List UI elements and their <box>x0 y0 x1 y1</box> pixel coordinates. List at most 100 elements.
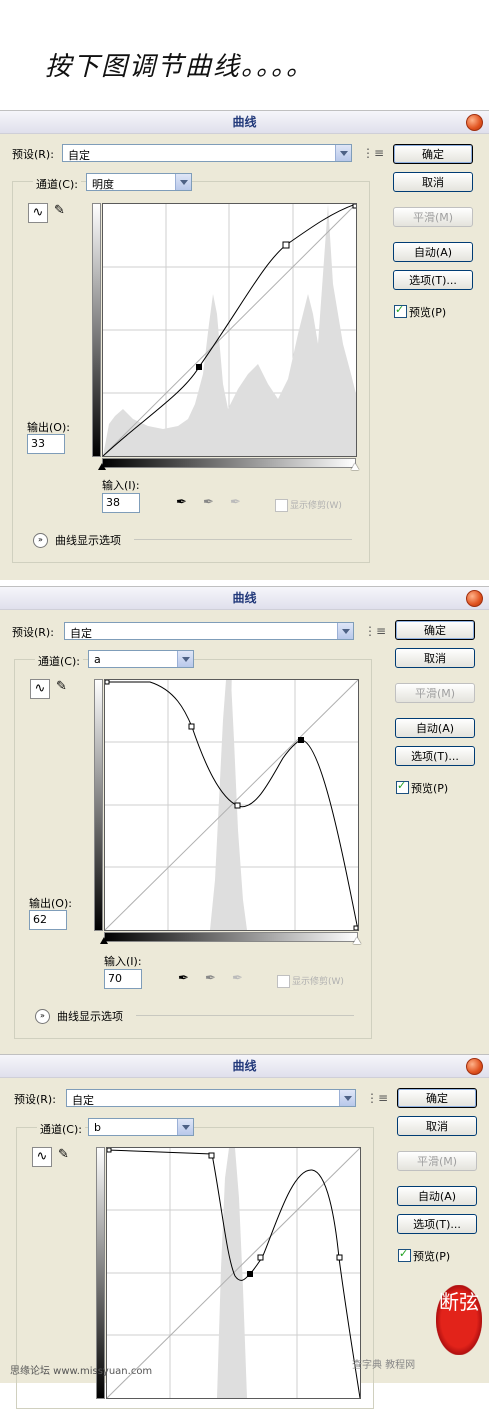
channel-select[interactable]: b <box>88 1118 194 1136</box>
curve-tool-icon[interactable]: ∿ <box>32 1147 52 1167</box>
divider <box>134 539 352 540</box>
preview-label: 预览(P) <box>409 306 447 319</box>
output-gradient-bar <box>92 203 101 457</box>
watermark-right: 查字典 教程网 <box>352 1360 416 1371</box>
show-clipping-checkbox[interactable] <box>275 499 288 512</box>
preset-value: 自定 <box>70 627 92 640</box>
input-gradient-bar <box>102 458 356 468</box>
show-clipping-label: 显示修剪(W) <box>290 501 342 511</box>
input-field[interactable]: 70 <box>104 969 142 989</box>
smooth-button[interactable]: 平滑(M) <box>397 1151 477 1171</box>
channel-value: 明度 <box>92 178 114 191</box>
show-clipping-label: 显示修剪(W) <box>292 977 344 987</box>
gray-eyedropper-icon[interactable]: ✒ <box>203 495 214 510</box>
chevron-down-icon[interactable] <box>175 174 191 190</box>
show-clipping-checkbox[interactable] <box>277 975 290 988</box>
ok-button[interactable]: 确定 <box>393 144 473 164</box>
preview-checkbox[interactable] <box>396 779 409 794</box>
preset-label: 预设(R): <box>12 626 54 639</box>
auto-button[interactable]: 自动(A) <box>397 1186 477 1206</box>
panel-menu-icon[interactable]: ⋮≡ <box>362 146 384 160</box>
chevron-expand-icon[interactable]: » <box>33 533 48 548</box>
smooth-button[interactable]: 平滑(M) <box>393 207 473 227</box>
cancel-button[interactable]: 取消 <box>393 172 473 192</box>
preset-label: 预设(R): <box>14 1093 56 1106</box>
input-field[interactable]: 38 <box>102 493 140 513</box>
channel-label: 通道(C): <box>37 1121 85 1137</box>
watermark-left: 思缘论坛 www.missyuan.com <box>10 1366 153 1377</box>
seal-logo: 断弦 <box>436 1285 482 1355</box>
curves-dialog-1: 曲线 预设(R): 自定 ⋮≡ 确定 取消 平滑(M) 自动(A) 选项(T).… <box>0 110 489 580</box>
curve-tool-icon[interactable]: ∿ <box>30 679 50 699</box>
white-point-slider[interactable] <box>353 937 361 944</box>
white-point-slider[interactable] <box>351 463 359 470</box>
display-options-label: 曲线显示选项 <box>57 1010 123 1023</box>
black-eyedropper-icon[interactable]: ✒ <box>176 495 187 510</box>
white-eyedropper-icon[interactable]: ✒ <box>232 971 243 986</box>
output-field[interactable]: 62 <box>29 910 67 930</box>
dialog-title: 曲线 <box>232 591 257 605</box>
cancel-button[interactable]: 取消 <box>395 648 475 668</box>
curve-graph[interactable] <box>102 203 357 457</box>
pencil-icon[interactable]: ✎ <box>58 1147 69 1162</box>
black-point-slider[interactable] <box>98 463 106 470</box>
curve-graph[interactable] <box>104 679 359 931</box>
pencil-icon[interactable]: ✎ <box>56 679 67 694</box>
black-point-slider[interactable] <box>100 937 108 944</box>
channel-value: a <box>94 653 101 666</box>
dialog-titlebar: 曲线 <box>0 587 489 610</box>
preset-select[interactable]: 自定 <box>64 622 354 640</box>
preset-label: 预设(R): <box>12 148 54 161</box>
black-eyedropper-icon[interactable]: ✒ <box>178 971 189 986</box>
panel-menu-icon[interactable]: ⋮≡ <box>364 624 386 638</box>
channel-select[interactable]: a <box>88 650 194 668</box>
chevron-expand-icon[interactable]: » <box>35 1009 50 1024</box>
auto-button[interactable]: 自动(A) <box>393 242 473 262</box>
close-icon[interactable] <box>466 114 483 131</box>
gray-eyedropper-icon[interactable]: ✒ <box>205 971 216 986</box>
options-button[interactable]: 选项(T)... <box>393 270 473 290</box>
close-icon[interactable] <box>466 1058 483 1075</box>
chevron-down-icon[interactable] <box>339 1090 355 1106</box>
options-button[interactable]: 选项(T)... <box>397 1214 477 1234</box>
channel-label: 通道(C): <box>33 176 81 192</box>
channel-value: b <box>94 1121 101 1134</box>
close-icon[interactable] <box>466 590 483 607</box>
curves-dialog-3: 曲线 预设(R): 自定 ⋮≡ 确定 取消 平滑(M) 自动(A) 选项(T).… <box>0 1054 489 1409</box>
ok-button[interactable]: 确定 <box>395 620 475 640</box>
channel-select[interactable]: 明度 <box>86 173 192 191</box>
output-label: 输出(O): <box>27 421 70 434</box>
preview-checkbox[interactable] <box>394 303 407 318</box>
dialog-title: 曲线 <box>232 115 257 129</box>
page-heading: 按下图调节曲线。。。。 <box>45 52 315 82</box>
chevron-down-icon[interactable] <box>337 623 353 639</box>
ok-button[interactable]: 确定 <box>397 1088 477 1108</box>
smooth-button[interactable]: 平滑(M) <box>395 683 475 703</box>
chevron-down-icon[interactable] <box>335 145 351 161</box>
options-button[interactable]: 选项(T)... <box>395 746 475 766</box>
preview-label: 预览(P) <box>413 1250 451 1263</box>
curves-dialog-2: 曲线 预设(R): 自定 ⋮≡ 确定 取消 平滑(M) 自动(A) 选项(T).… <box>0 586 489 1054</box>
auto-button[interactable]: 自动(A) <box>395 718 475 738</box>
dialog-title: 曲线 <box>232 1059 257 1073</box>
preset-value: 自定 <box>68 149 90 162</box>
panel-menu-icon[interactable]: ⋮≡ <box>366 1091 388 1105</box>
preview-checkbox[interactable] <box>398 1247 411 1262</box>
output-label: 输出(O): <box>29 897 72 910</box>
cancel-button[interactable]: 取消 <box>397 1116 477 1136</box>
curve-tool-icon[interactable]: ∿ <box>28 203 48 223</box>
dialog-titlebar: 曲线 <box>0 1055 489 1078</box>
input-label: 输入(I): <box>104 955 142 968</box>
chevron-down-icon[interactable] <box>177 651 193 667</box>
pencil-icon[interactable]: ✎ <box>54 203 65 218</box>
divider <box>136 1015 354 1016</box>
channel-label: 通道(C): <box>35 653 83 669</box>
preset-select[interactable]: 自定 <box>66 1089 356 1107</box>
preset-select[interactable]: 自定 <box>62 144 352 162</box>
output-gradient-bar <box>94 679 103 931</box>
white-eyedropper-icon[interactable]: ✒ <box>230 495 241 510</box>
output-field[interactable]: 33 <box>27 434 65 454</box>
chevron-down-icon[interactable] <box>177 1119 193 1135</box>
display-options-label: 曲线显示选项 <box>55 534 121 547</box>
dialog-titlebar: 曲线 <box>0 111 489 134</box>
